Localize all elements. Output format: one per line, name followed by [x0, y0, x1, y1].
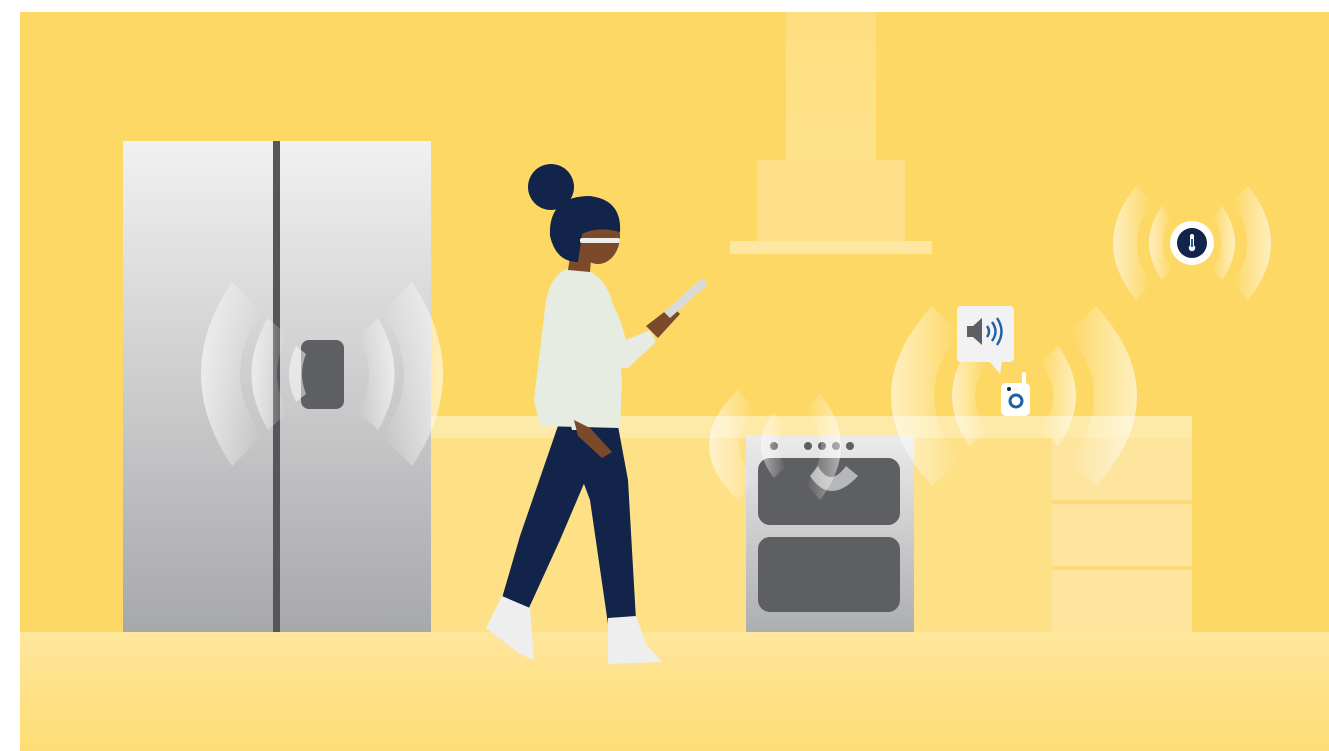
thermometer-icon [1170, 221, 1214, 265]
oven-lower-door [758, 537, 900, 612]
smart-kitchen-illustration [20, 12, 1329, 751]
kitchen-floor [20, 632, 1329, 751]
fridge-sensor-panel [301, 340, 344, 409]
